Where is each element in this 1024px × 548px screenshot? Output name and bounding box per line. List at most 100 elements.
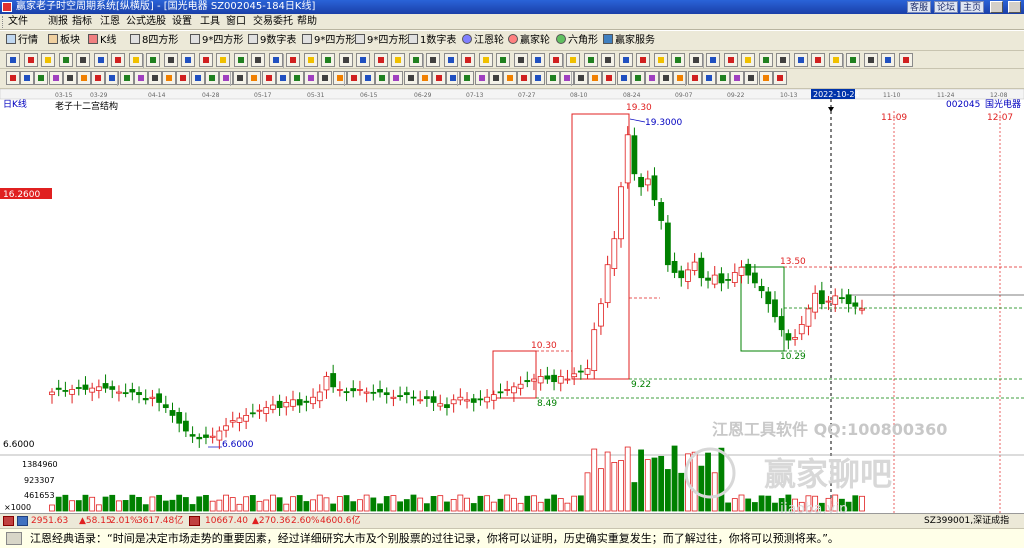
- winner-wheel-button[interactable]: 赢家轮: [508, 33, 550, 49]
- tb3-tool-icon-10[interactable]: [148, 71, 162, 85]
- tb3-tool-icon-0[interactable]: [6, 71, 20, 85]
- tb2-tool-icon-38[interactable]: [671, 53, 685, 67]
- tb3-tool-icon-44[interactable]: [630, 71, 645, 85]
- tb2-tool-icon-43[interactable]: [758, 53, 773, 67]
- tb2-tool-icon-3[interactable]: [58, 53, 73, 67]
- tb2-tool-icon-29[interactable]: [513, 53, 528, 67]
- tb2-tool-icon-30[interactable]: [531, 53, 545, 67]
- tb2-tool-icon-18[interactable]: [321, 53, 335, 67]
- tb3-tool-icon-27[interactable]: [389, 71, 404, 85]
- square9b-button[interactable]: 9*四方形: [302, 33, 355, 49]
- tb3-tool-icon-13[interactable]: [190, 71, 205, 85]
- menu-indicators[interactable]: 指标: [72, 14, 92, 30]
- tb2-tool-icon-10[interactable]: [181, 53, 195, 67]
- tb3-tool-icon-46[interactable]: [659, 71, 674, 85]
- tb3-tool-icon-9[interactable]: [133, 71, 148, 85]
- square8-button[interactable]: 8四方形: [130, 33, 178, 49]
- tb2-tool-icon-44[interactable]: [776, 53, 790, 67]
- menu-formula-picker[interactable]: 公式选股: [126, 14, 166, 30]
- tb2-tool-icon-46[interactable]: [811, 53, 825, 67]
- square9-button[interactable]: 9*四方形: [190, 33, 243, 49]
- tb2-tool-icon-13[interactable]: [233, 53, 248, 67]
- tb2-tool-icon-2[interactable]: [41, 53, 55, 67]
- tb3-tool-icon-19[interactable]: [275, 71, 290, 85]
- tb2-tool-icon-19[interactable]: [338, 53, 353, 67]
- tb3-tool-icon-3[interactable]: [48, 71, 63, 85]
- tb2-tool-icon-14[interactable]: [251, 53, 265, 67]
- kline-button[interactable]: K线: [88, 33, 117, 49]
- tb3-tool-icon-4[interactable]: [62, 71, 77, 85]
- tb2-tool-icon-16[interactable]: [286, 53, 300, 67]
- minimize-icon[interactable]: [990, 1, 1003, 13]
- tb2-tool-icon-4[interactable]: [76, 53, 90, 67]
- tb3-tool-icon-48[interactable]: [687, 71, 702, 85]
- tb3-tool-icon-42[interactable]: [602, 71, 617, 85]
- tb2-tool-icon-27[interactable]: [478, 53, 493, 67]
- tb2-tool-icon-31[interactable]: [548, 53, 563, 67]
- tb3-tool-icon-38[interactable]: [545, 71, 560, 85]
- tb2-tool-icon-20[interactable]: [356, 53, 370, 67]
- tb3-tool-icon-40[interactable]: [574, 71, 588, 85]
- numtable9-button[interactable]: 9数字表: [248, 33, 296, 49]
- tb2-tool-icon-36[interactable]: [636, 53, 650, 67]
- menu-file[interactable]: 文件: [8, 14, 28, 30]
- homepage-button[interactable]: 主页: [960, 1, 985, 13]
- menu-settings[interactable]: 设置: [172, 14, 192, 30]
- tb2-tool-icon-33[interactable]: [583, 53, 598, 67]
- tb3-tool-icon-16[interactable]: [233, 71, 248, 85]
- tb2-tool-icon-50[interactable]: [881, 53, 895, 67]
- tb2-tool-icon-23[interactable]: [408, 53, 423, 67]
- menu-gann[interactable]: 江恩: [100, 14, 120, 30]
- hexagon-button[interactable]: 六角形: [556, 33, 598, 49]
- tb3-tool-icon-1[interactable]: [20, 71, 35, 85]
- tb3-tool-icon-51[interactable]: [730, 71, 745, 85]
- tb3-tool-icon-2[interactable]: [34, 71, 49, 85]
- tb3-tool-icon-45[interactable]: [645, 71, 659, 85]
- tb3-tool-icon-32[interactable]: [460, 71, 475, 85]
- menu-tools[interactable]: 工具: [200, 14, 220, 30]
- numtable1-button[interactable]: 1数字表: [408, 33, 456, 49]
- menu-help[interactable]: 帮助: [297, 14, 317, 30]
- gann-wheel-button[interactable]: 江恩轮: [462, 33, 504, 49]
- tb3-tool-icon-21[interactable]: [304, 71, 319, 85]
- tb3-tool-icon-25[interactable]: [361, 71, 375, 85]
- tb3-tool-icon-53[interactable]: [758, 71, 773, 85]
- tb2-tool-icon-7[interactable]: [128, 53, 143, 67]
- tb3-tool-icon-17[interactable]: [247, 71, 262, 85]
- tb3-tool-icon-54[interactable]: [772, 71, 787, 85]
- tb3-tool-icon-5[interactable]: [77, 71, 91, 85]
- tb2-tool-icon-47[interactable]: [828, 53, 843, 67]
- forum-button[interactable]: 论坛: [934, 1, 959, 13]
- tb2-tool-icon-48[interactable]: [846, 53, 860, 67]
- menu-test[interactable]: 测报: [48, 14, 68, 30]
- quotes-button[interactable]: 行情: [6, 33, 38, 49]
- tb2-tool-icon-35[interactable]: [618, 53, 633, 67]
- tb3-tool-icon-26[interactable]: [375, 71, 390, 85]
- tb3-tool-icon-52[interactable]: [744, 71, 759, 85]
- tb2-tool-icon-21[interactable]: [373, 53, 388, 67]
- tb3-tool-icon-14[interactable]: [204, 71, 219, 85]
- tb3-tool-icon-34[interactable]: [488, 71, 503, 85]
- tb3-tool-icon-33[interactable]: [474, 71, 489, 85]
- tb3-tool-icon-50[interactable]: [716, 71, 730, 85]
- square9c-button[interactable]: 9*四方形: [355, 33, 408, 49]
- tb3-tool-icon-18[interactable]: [261, 71, 276, 85]
- tb3-tool-icon-43[interactable]: [616, 71, 631, 85]
- tb2-tool-icon-6[interactable]: [111, 53, 125, 67]
- tb2-tool-icon-32[interactable]: [566, 53, 580, 67]
- tb2-tool-icon-39[interactable]: [688, 53, 703, 67]
- tb2-tool-icon-0[interactable]: [6, 53, 20, 67]
- tb2-tool-icon-41[interactable]: [723, 53, 738, 67]
- tb3-tool-icon-35[interactable]: [503, 71, 517, 85]
- tb2-tool-icon-37[interactable]: [653, 53, 668, 67]
- menu-window[interactable]: 窗口: [226, 14, 246, 30]
- menu-trade[interactable]: 交易委托: [253, 14, 293, 30]
- tb3-tool-icon-20[interactable]: [290, 71, 304, 85]
- tb2-tool-icon-40[interactable]: [706, 53, 720, 67]
- tb2-tool-icon-17[interactable]: [303, 53, 318, 67]
- winner-service-button[interactable]: 赢家服务: [603, 33, 655, 49]
- tb2-tool-icon-45[interactable]: [793, 53, 808, 67]
- tb2-tool-icon-9[interactable]: [163, 53, 178, 67]
- tb3-tool-icon-11[interactable]: [162, 71, 177, 85]
- tb3-tool-icon-22[interactable]: [318, 71, 333, 85]
